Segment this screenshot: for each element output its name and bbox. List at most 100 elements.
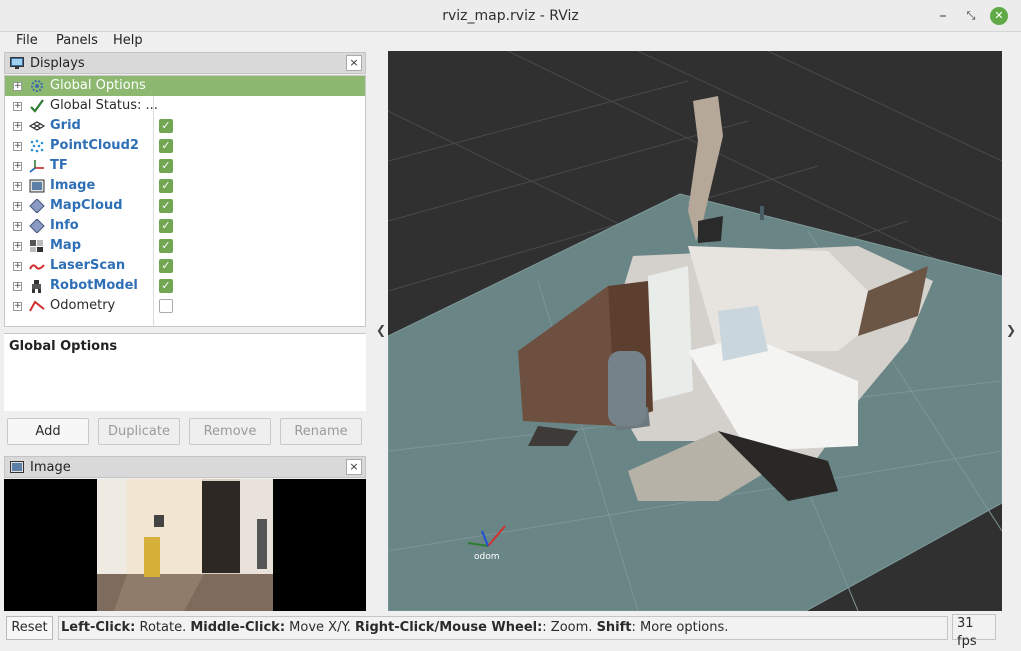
close-window-button[interactable]: ✕: [990, 7, 1008, 25]
minimize-button[interactable]: –: [933, 6, 953, 26]
display-label: RobotModel: [50, 278, 138, 293]
mouse-hint: Left-Click: Rotate. Middle-Click: Move X…: [58, 616, 948, 640]
render-viewport[interactable]: odom: [388, 51, 1002, 611]
image-icon: [10, 461, 24, 473]
diamond-icon: [29, 219, 45, 233]
expand-icon[interactable]: +: [13, 302, 22, 311]
display-label: TF: [50, 158, 68, 173]
hint-key: Shift: [596, 620, 632, 635]
expand-icon[interactable]: +: [13, 242, 22, 251]
display-enabled-checkbox[interactable]: [159, 299, 173, 313]
image-panel-title: Image: [30, 460, 71, 475]
display-row-laserscan[interactable]: + LaserScan ✓: [5, 256, 365, 276]
display-label: Global Options: [50, 78, 146, 93]
expand-icon[interactable]: +: [13, 142, 22, 151]
odometry-icon: [29, 300, 45, 312]
pointcloud-icon: [30, 139, 44, 153]
laserscan-icon: [29, 264, 45, 270]
rename-display-button[interactable]: Rename: [280, 418, 362, 445]
scene-3d[interactable]: odom: [388, 51, 1002, 611]
monitor-icon: [10, 57, 24, 69]
expand-icon[interactable]: +: [13, 282, 22, 291]
collapse-left-arrow[interactable]: ❮: [376, 323, 386, 337]
display-row-mapcloud[interactable]: + MapCloud ✓: [5, 196, 365, 216]
hint-text: Move X/Y.: [285, 620, 356, 635]
display-enabled-checkbox[interactable]: ✓: [159, 159, 173, 173]
maximize-button[interactable]: ⤡: [961, 6, 981, 26]
camera-image-view: [4, 479, 366, 611]
image-panel-header: Image ×: [4, 456, 366, 478]
display-label: Global Status: ...: [50, 98, 158, 113]
map-icon: [30, 240, 43, 252]
display-label: MapCloud: [50, 198, 123, 213]
display-row-info[interactable]: + Info ✓: [5, 216, 365, 236]
expand-icon[interactable]: +: [13, 202, 22, 211]
display-enabled-checkbox[interactable]: ✓: [159, 239, 173, 253]
image-icon: [29, 179, 45, 193]
display-label: Odometry: [50, 298, 116, 313]
hint-text: : Zoom.: [542, 620, 597, 635]
display-enabled-checkbox[interactable]: ✓: [159, 179, 173, 193]
hint-key: Left-Click:: [61, 620, 136, 635]
expand-icon[interactable]: +: [13, 222, 22, 231]
display-label: LaserScan: [50, 258, 126, 273]
menu-help[interactable]: Help: [113, 33, 143, 48]
display-enabled-checkbox[interactable]: ✓: [159, 139, 173, 153]
status-bar: Reset Left-Click: Rotate. Middle-Click: …: [0, 612, 1021, 649]
hint-key: Middle-Click:: [190, 620, 286, 635]
display-enabled-checkbox[interactable]: ✓: [159, 119, 173, 133]
displays-panel-header: Displays ×: [4, 52, 366, 74]
display-row-global-options[interactable]: + Global Options: [5, 76, 365, 96]
display-label: Grid: [50, 118, 81, 133]
title-bar: rviz_map.rviz - RViz – ⤡ ✕: [0, 0, 1021, 32]
reset-button[interactable]: Reset: [6, 616, 53, 640]
menu-panels[interactable]: Panels: [56, 33, 98, 48]
robot-icon: [32, 280, 41, 293]
odom-frame-label: odom: [474, 552, 500, 562]
tf-axes-icon: [29, 160, 44, 173]
add-display-button[interactable]: Add: [7, 418, 89, 445]
gear-icon: [31, 80, 43, 92]
menu-bar: File Panels Help: [0, 32, 1021, 52]
camera-image: [4, 479, 366, 611]
display-row-global-status[interactable]: + Global Status: ...: [5, 96, 365, 116]
display-row-image[interactable]: + Image ✓: [5, 176, 365, 196]
display-enabled-checkbox[interactable]: ✓: [159, 199, 173, 213]
duplicate-display-button[interactable]: Duplicate: [98, 418, 180, 445]
grid-icon: [29, 121, 45, 131]
diamond-icon: [29, 199, 45, 213]
display-row-grid[interactable]: + Grid ✓: [5, 116, 365, 136]
expand-icon[interactable]: +: [13, 102, 22, 111]
display-label: Image: [50, 178, 96, 193]
expand-icon[interactable]: +: [13, 262, 22, 271]
display-label: Map: [50, 238, 82, 253]
window-title: rviz_map.rviz - RViz: [442, 8, 579, 24]
displays-panel-title: Displays: [30, 56, 85, 71]
expand-icon[interactable]: +: [13, 162, 22, 171]
displays-tree: + Global Options + Global Status: ... + …: [4, 75, 366, 327]
display-enabled-checkbox[interactable]: ✓: [159, 219, 173, 233]
display-row-tf[interactable]: + TF ✓: [5, 156, 365, 176]
display-label: PointCloud2: [50, 138, 139, 153]
display-row-odometry[interactable]: + Odometry: [5, 296, 365, 316]
description-title: Global Options: [9, 339, 118, 354]
expand-icon[interactable]: +: [13, 82, 22, 91]
display-enabled-checkbox[interactable]: ✓: [159, 279, 173, 293]
display-row-pointcloud2[interactable]: + PointCloud2 ✓: [5, 136, 365, 156]
fps-counter: 31 fps: [952, 614, 996, 649]
expand-icon[interactable]: +: [13, 182, 22, 191]
display-enabled-checkbox[interactable]: ✓: [159, 259, 173, 273]
property-description: Global Options: [4, 333, 366, 411]
hint-text: Rotate.: [135, 620, 191, 635]
display-row-map[interactable]: + Map ✓: [5, 236, 365, 256]
collapse-right-arrow[interactable]: ❯: [1006, 323, 1016, 337]
display-label: Info: [50, 218, 79, 233]
expand-icon[interactable]: +: [13, 122, 22, 131]
displays-close-button[interactable]: ×: [346, 55, 362, 71]
display-row-robotmodel[interactable]: + RobotModel ✓: [5, 276, 365, 296]
hint-text: : More options.: [631, 620, 729, 635]
menu-file[interactable]: File: [16, 33, 38, 48]
checkmark-icon: [30, 99, 44, 113]
image-panel-close-button[interactable]: ×: [346, 459, 362, 475]
remove-display-button[interactable]: Remove: [189, 418, 271, 445]
